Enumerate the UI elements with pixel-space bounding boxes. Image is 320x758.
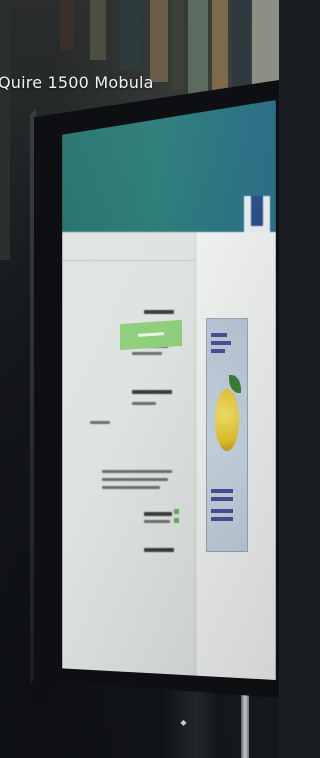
cover-author-block (211, 517, 233, 521)
cover-author-block (211, 509, 233, 513)
blurred-text (144, 512, 172, 516)
caption-title: Quire 1500 Mobula (0, 73, 154, 92)
stand-logo-icon: ◆ (179, 718, 188, 727)
blurred-price (132, 390, 172, 394)
blurred-text (102, 478, 168, 481)
blurred-heading (144, 310, 174, 314)
blurred-text (144, 520, 170, 523)
monitor: ◆ (0, 0, 279, 758)
blurred-text (102, 486, 160, 489)
photo-scene: ◆ Quire 1500 Mobula (0, 0, 279, 758)
blurred-text (90, 421, 110, 424)
monitor-stand (160, 690, 220, 758)
book-cover-image (206, 318, 248, 552)
cover-title-block (211, 333, 227, 337)
cover-author-block (211, 497, 233, 501)
availability-dot-icon (174, 518, 179, 523)
add-to-cart-button (120, 319, 182, 351)
blurred-text (102, 470, 172, 473)
cover-lemon (215, 389, 239, 451)
cover-title-block (211, 349, 225, 353)
cover-author-block (211, 489, 233, 493)
availability-dot-icon (174, 509, 179, 514)
blurred-text (132, 402, 156, 405)
blurred-text (132, 352, 162, 355)
blurred-text (144, 548, 174, 552)
cover-title-block (211, 341, 231, 345)
